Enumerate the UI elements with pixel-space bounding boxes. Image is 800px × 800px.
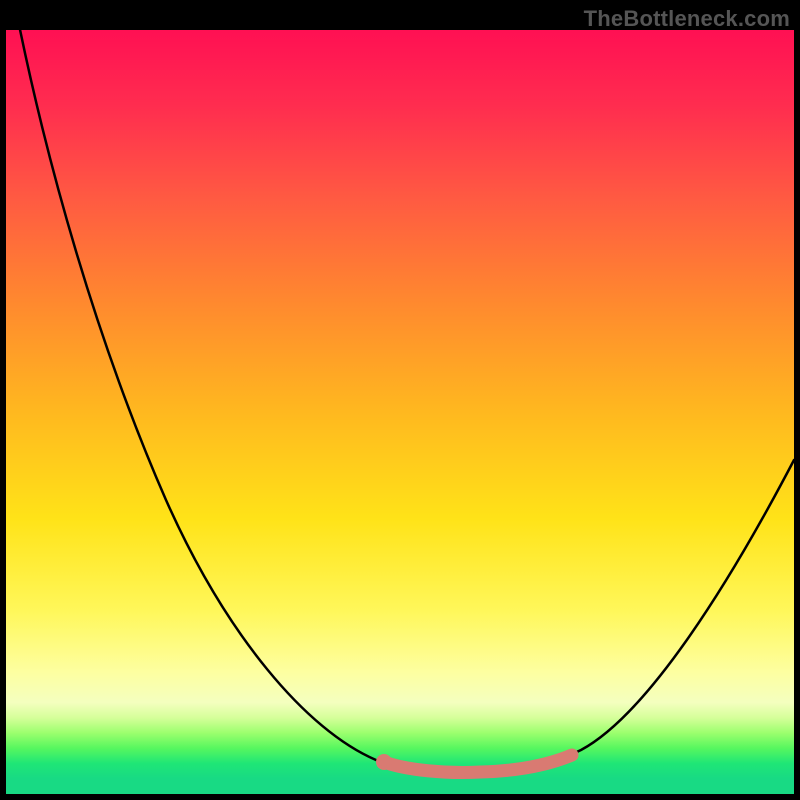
- bottleneck-curve: [6, 30, 794, 794]
- highlight-dot-left: [376, 754, 392, 770]
- watermark-text: TheBottleneck.com: [584, 6, 790, 32]
- chart-frame: TheBottleneck.com: [0, 0, 800, 800]
- curve-path: [16, 30, 794, 772]
- highlight-segment: [384, 755, 572, 773]
- plot-area: [6, 30, 794, 794]
